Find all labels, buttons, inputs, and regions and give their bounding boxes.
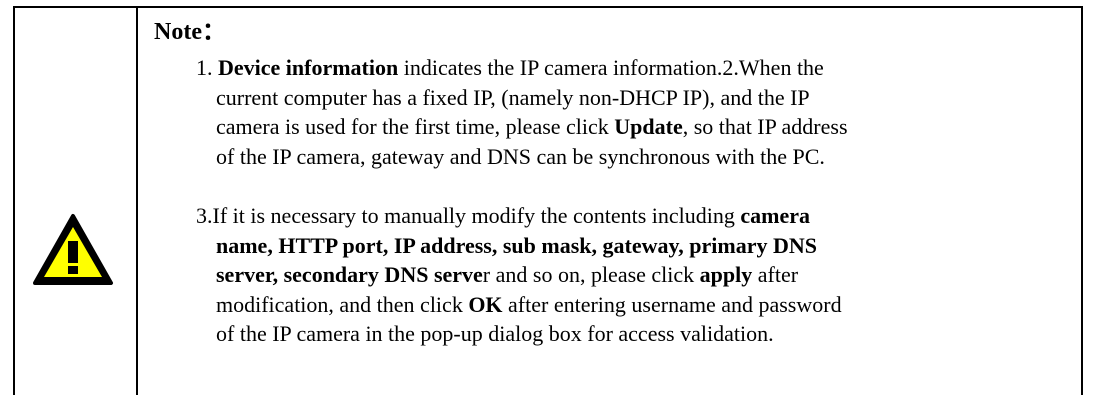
note-line-3-suffix: , so that IP address [682,114,848,139]
note-line-9: of the IP camera in the pop-up dialog bo… [216,321,774,346]
note-line-7-suffix-2: after [752,262,799,287]
note-line-3: camera is used for the first time, pleas… [216,112,848,142]
update-term: Update [614,114,683,139]
icon-cell [15,8,138,395]
note-line-8: modification, and then click OK after en… [216,290,842,320]
note-line-8-suffix: after entering username and password [502,292,842,317]
note-line-5-prefix: 3.If it is necessary to manually modify … [196,203,741,228]
note-line-7: server, secondary DNS server and so on, … [216,260,798,290]
note-line-1: 1. Device information indicates the IP c… [196,53,824,83]
camera-term: camera [740,203,811,228]
fields-term: name, HTTP port, IP address, sub mask, g… [216,233,817,258]
note-line-2: current computer has a fixed IP, (namely… [216,85,810,110]
note-text-cell: Note： 1. Device information indicates th… [138,8,1081,395]
warning-icon [33,214,113,285]
note-title: Note： [154,19,226,45]
note-box: Note： 1. Device information indicates th… [13,6,1083,395]
note-line-3-prefix: camera is used for the first time, pleas… [216,114,615,139]
note-line-4: of the IP camera, gateway and DNS can be… [216,144,825,169]
note-line-7-suffix: r and so on, please click [482,262,700,287]
device-information-term: Device information [218,55,399,80]
note-line-5: 3.If it is necessary to manually modify … [196,201,810,231]
apply-term: apply [699,262,753,287]
dns-server-term: server, secondary DNS serve [216,262,483,287]
note-line-1-suffix: indicates the IP camera information.2.Wh… [398,55,824,80]
note-line-6: name, HTTP port, IP address, sub mask, g… [216,231,817,261]
ok-term: OK [468,292,503,317]
note-line-1-prefix: 1. [196,55,218,80]
note-line-8-prefix: modification, and then click [216,292,469,317]
